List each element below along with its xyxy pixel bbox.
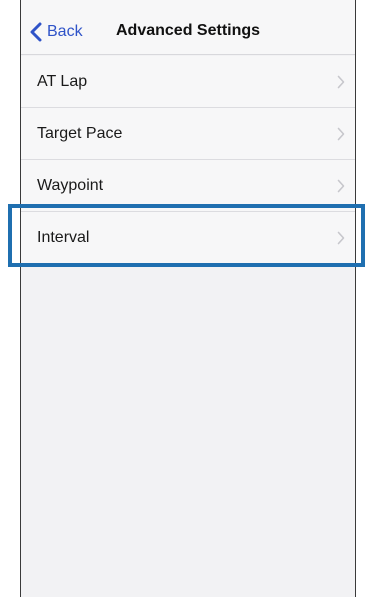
settings-item-waypoint[interactable]: Waypoint [21, 160, 355, 212]
chevron-right-icon [337, 231, 345, 245]
back-button-label: Back [47, 23, 83, 40]
phone-screen: Back Advanced Settings AT Lap Target Pac… [20, 0, 356, 597]
settings-item-label: AT Lap [37, 72, 88, 90]
chevron-right-icon [337, 75, 345, 89]
chevron-left-icon [30, 22, 42, 42]
chevron-right-icon [337, 127, 345, 141]
empty-content-area [21, 268, 355, 597]
chevron-right-icon [337, 179, 345, 193]
settings-item-label: Interval [37, 228, 90, 246]
settings-item-target-pace[interactable]: Target Pace [21, 108, 355, 160]
settings-item-label: Waypoint [37, 176, 104, 194]
settings-item-label: Target Pace [37, 124, 123, 142]
back-button[interactable]: Back [29, 20, 83, 44]
navigation-bar: Back Advanced Settings [21, 0, 355, 55]
settings-item-interval[interactable]: Interval [21, 212, 355, 263]
settings-item-at-lap[interactable]: AT Lap [21, 56, 355, 108]
page-title: Advanced Settings [116, 22, 261, 39]
settings-list: AT Lap Target Pace Waypoint Interval [21, 56, 355, 263]
